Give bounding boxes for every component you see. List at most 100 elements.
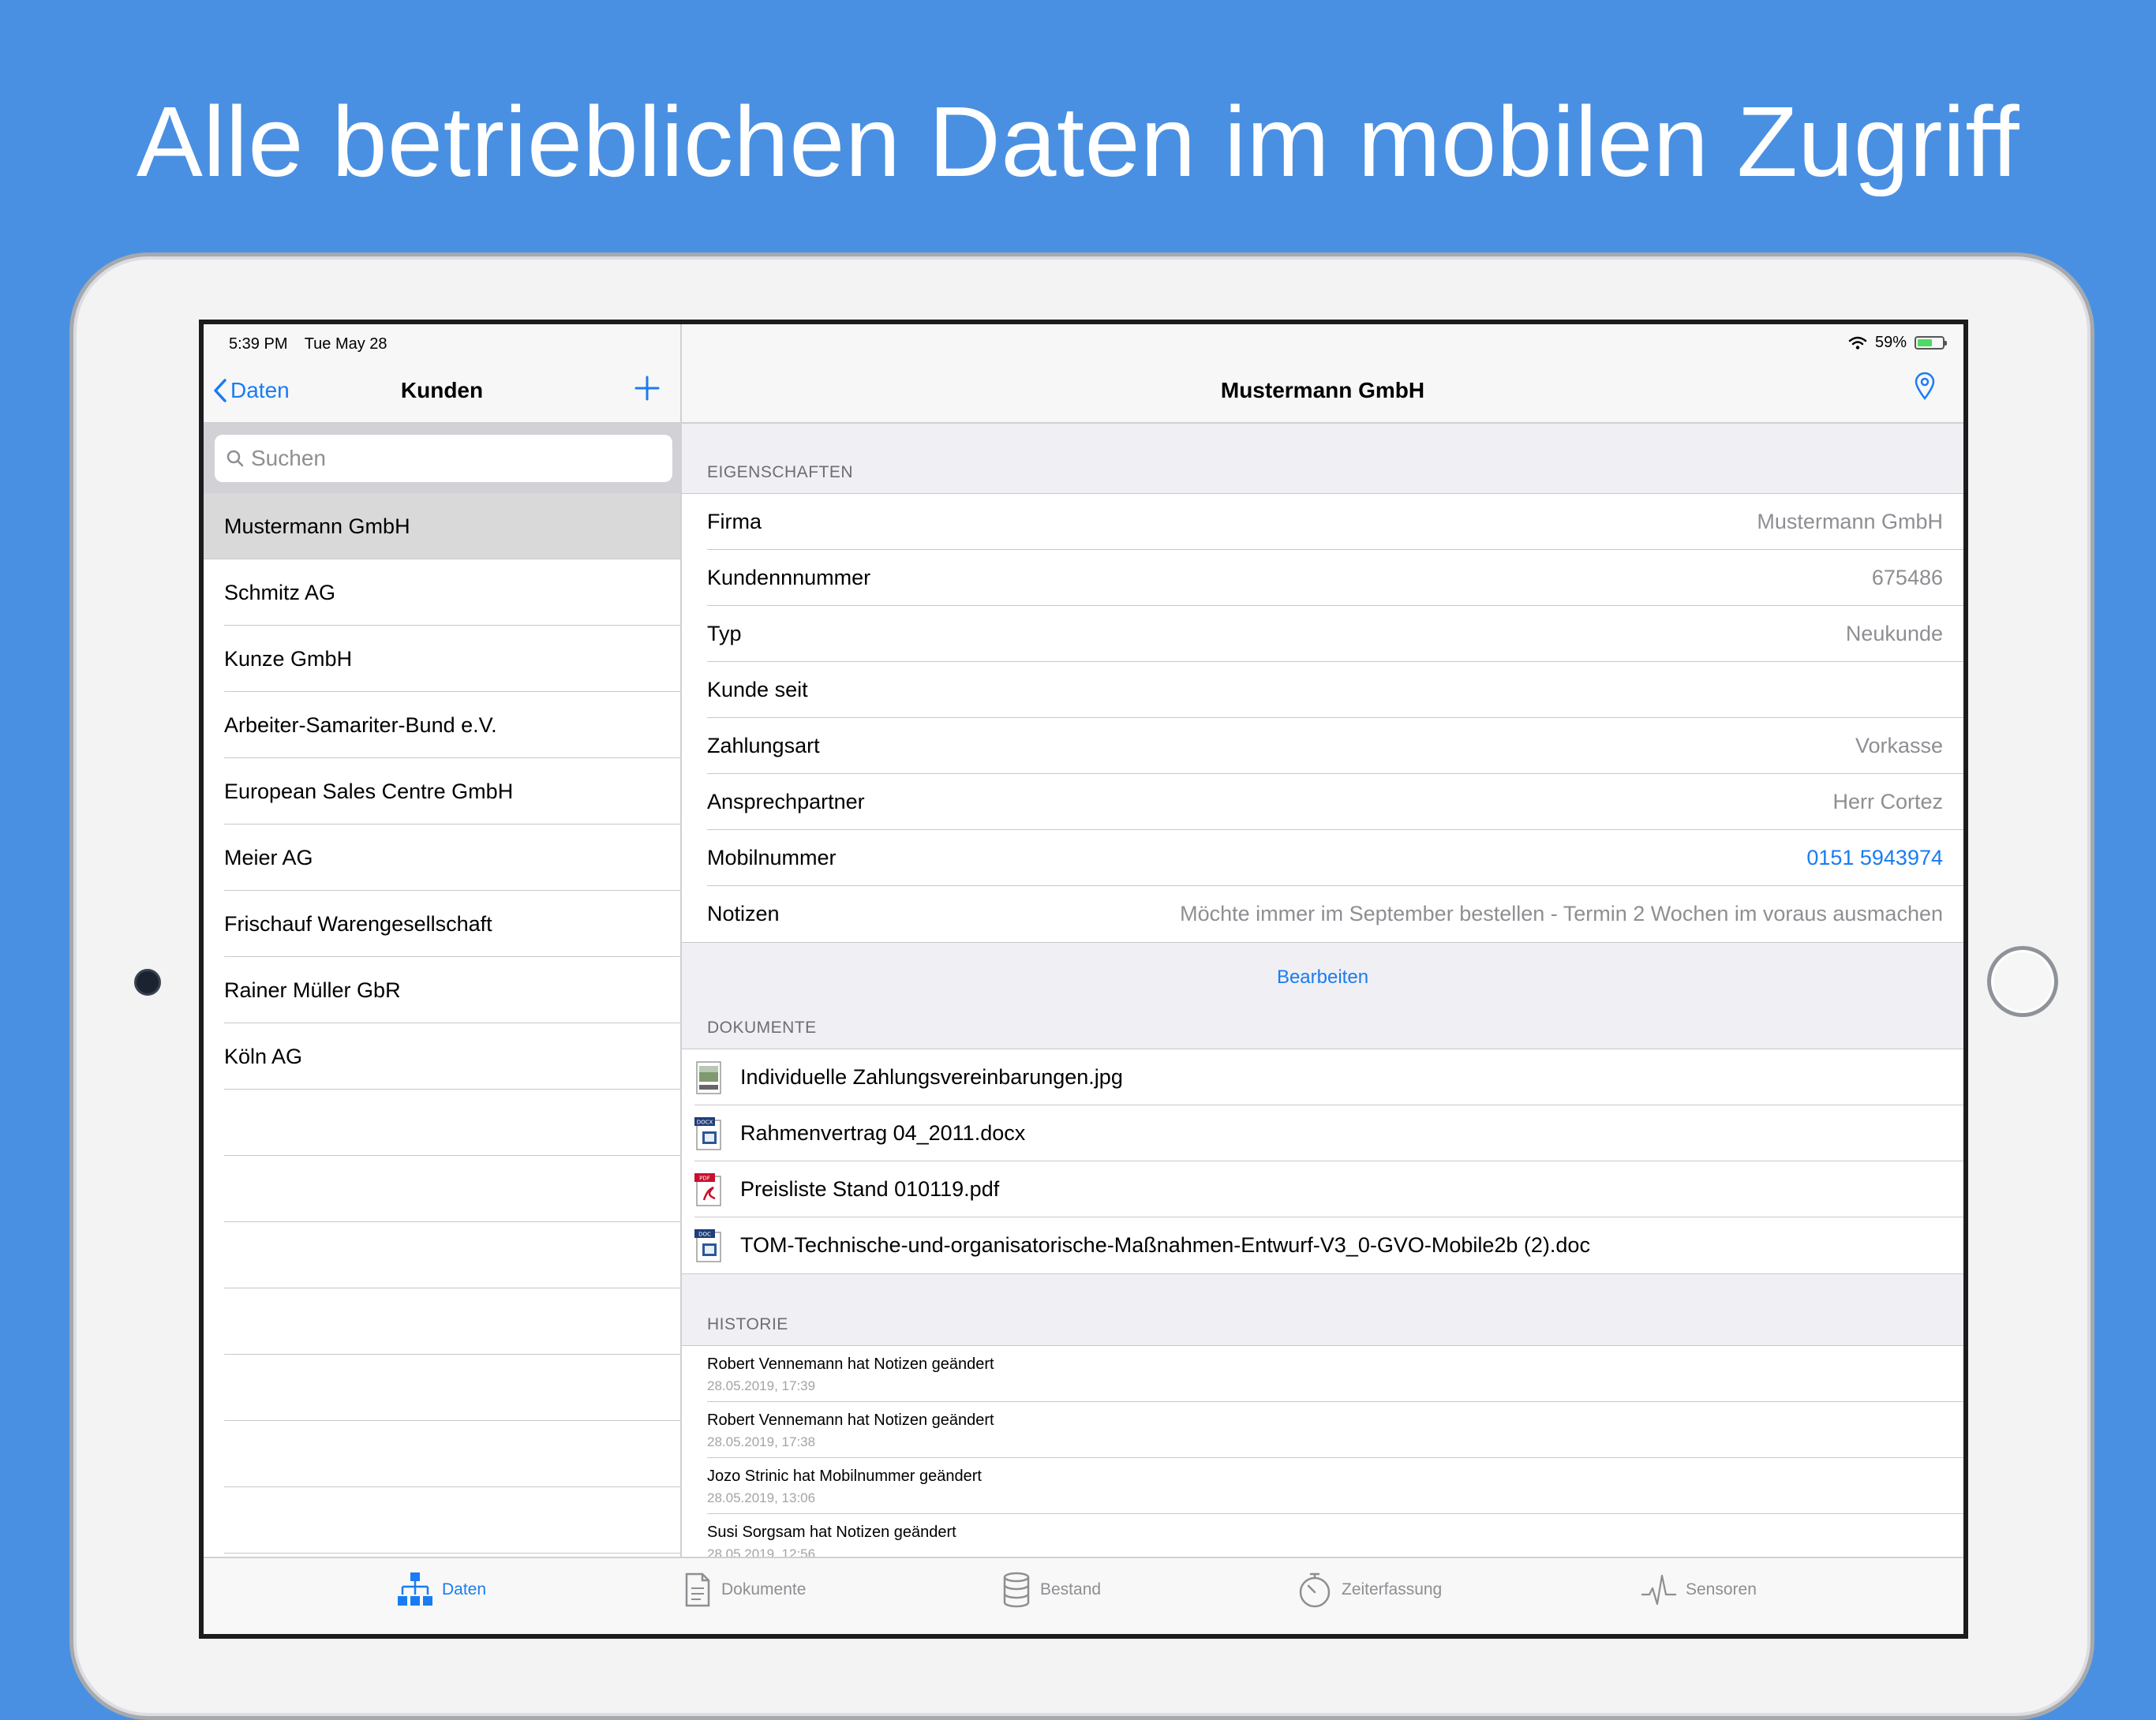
tab-label: Dokumente (721, 1580, 807, 1598)
detail-nav-bar: 59% Mustermann GmbH (682, 324, 1963, 424)
search-input[interactable]: Suchen (215, 435, 672, 482)
document-icon (685, 1572, 710, 1607)
tab-sensoren[interactable]: Sensoren (1640, 1571, 1757, 1609)
search-icon (226, 450, 244, 467)
property-value: Herr Cortez (1832, 790, 1943, 813)
property-value: 675486 (1871, 566, 1943, 589)
document-row[interactable]: PDF Preisliste Stand 010119.pdf (682, 1161, 1963, 1217)
list-item[interactable]: Kunze GmbH (204, 626, 680, 692)
empty-list-row (204, 1222, 680, 1288)
customer-name: Frischauf Warengesellschaft (224, 911, 492, 936)
property-value: Mustermann GmbH (1757, 510, 1943, 533)
property-row-ansprechpartner: Ansprechpartner Herr Cortez (682, 774, 1963, 830)
property-row-notizen: Notizen Möchte immer im September bestell… (682, 886, 1963, 942)
add-customer-button[interactable] (630, 372, 664, 406)
phone-number-link[interactable]: 0151 5943974 (1806, 846, 1943, 870)
pulse-icon (1641, 1574, 1676, 1606)
property-value: Vorkasse (1855, 734, 1943, 757)
documents-group: Individuelle Zahlungsvereinbarungen.jpg … (682, 1049, 1963, 1274)
docx-file-icon: DOCX (694, 1116, 721, 1150)
property-label: Typ (707, 622, 742, 645)
list-item[interactable]: Rainer Müller GbR (204, 957, 680, 1023)
list-item[interactable]: Frischauf Warengesellschaft (204, 891, 680, 957)
list-item[interactable]: Köln AG (204, 1023, 680, 1090)
tab-daten[interactable]: Daten (396, 1571, 486, 1609)
home-button[interactable] (1987, 946, 2058, 1017)
tab-dokumente[interactable]: Dokumente (682, 1571, 806, 1609)
property-row-firma: Firma Mustermann GmbH (682, 494, 1963, 550)
document-name: Rahmenvertrag 04_2011.docx (740, 1121, 1026, 1145)
history-entry: Robert Vennemann hat Notizen geändert 28… (682, 1402, 1963, 1458)
master-pane: 5:39 PM Tue May 28 Daten Kunden Suchen M… (204, 324, 682, 1634)
tab-label: Zeiterfassung (1342, 1580, 1443, 1598)
search-bar-area: Suchen (204, 424, 680, 493)
detail-title: Mustermann GmbH (1220, 378, 1425, 402)
customer-list: Mustermann GmbH Schmitz AG Kunze GmbH Ar… (204, 493, 680, 1554)
history-text: Jozo Strinic hat Mobilnummer geändert (707, 1468, 982, 1485)
section-header-historie: HISTORIE (707, 1315, 788, 1333)
history-timestamp: 28.05.2019, 17:38 (707, 1434, 816, 1449)
empty-list-row (204, 1355, 680, 1421)
empty-list-row (204, 1156, 680, 1222)
document-row[interactable]: Individuelle Zahlungsvereinbarungen.jpg (682, 1049, 1963, 1105)
ipad-screen: 5:39 PM Tue May 28 Daten Kunden Suchen M… (199, 320, 1968, 1639)
customer-name: Köln AG (224, 1044, 303, 1068)
tab-bestand[interactable]: Bestand (1001, 1571, 1101, 1609)
customer-name: Schmitz AG (224, 580, 336, 604)
property-row-mobilnummer: Mobilnummer 0151 5943974 (682, 830, 1963, 886)
customer-name: Kunze GmbH (224, 646, 353, 671)
history-entry: Robert Vennemann hat Notizen geändert 28… (682, 1346, 1963, 1402)
customer-name: Arbeiter-Samariter-Bund e.V. (224, 712, 497, 737)
status-time-date: 5:39 PM Tue May 28 (229, 335, 400, 353)
list-item[interactable]: Schmitz AG (204, 559, 680, 626)
property-row-typ: Typ Neukunde (682, 606, 1963, 662)
property-label: Kunde seit (707, 678, 808, 701)
doc-file-icon: DOC (694, 1228, 721, 1262)
tab-label: Sensoren (1686, 1580, 1757, 1598)
document-name: Individuelle Zahlungsvereinbarungen.jpg (740, 1065, 1123, 1089)
headline: Alle betrieblichen Daten im mobilen Zugr… (136, 86, 2020, 197)
property-label: Notizen (707, 902, 780, 925)
customer-name: European Sales Centre GmbH (224, 779, 514, 803)
hierarchy-icon (398, 1572, 432, 1606)
property-label: Zahlungsart (707, 734, 820, 757)
property-value: Möchte immer im September bestellen - Te… (1180, 902, 1943, 925)
tab-zeiterfassung[interactable]: Zeiterfassung (1296, 1571, 1442, 1609)
list-item[interactable]: Meier AG (204, 824, 680, 891)
tab-label: Daten (442, 1580, 487, 1598)
front-camera (134, 969, 161, 996)
status-indicators: 59% (1848, 334, 1947, 352)
svg-text:DOCX: DOCX (697, 1119, 713, 1125)
svg-text:PDF: PDF (699, 1175, 710, 1181)
list-item[interactable]: Mustermann GmbH (204, 493, 680, 559)
map-pin-icon (1915, 372, 1935, 401)
document-row[interactable]: DOC TOM-Technische-und-organisatorische-… (682, 1217, 1963, 1273)
map-pin-button[interactable] (1915, 372, 1935, 404)
empty-list-row (204, 1421, 680, 1487)
stopwatch-icon (1299, 1572, 1331, 1608)
database-icon (1003, 1572, 1030, 1608)
customer-name: Mustermann GmbH (224, 514, 410, 538)
list-item[interactable]: European Sales Centre GmbH (204, 758, 680, 824)
image-file-icon (696, 1060, 721, 1094)
property-row-kunde-seit: Kunde seit (682, 662, 1963, 718)
property-row-kundennummer: Kundennnummer 675486 (682, 550, 1963, 606)
edit-button[interactable]: Bearbeiten (682, 967, 1963, 989)
customer-name: Meier AG (224, 845, 313, 869)
document-name: Preisliste Stand 010119.pdf (740, 1177, 1000, 1201)
history-timestamp: 28.05.2019, 17:39 (707, 1378, 816, 1393)
property-label: Firma (707, 510, 762, 533)
empty-list-row (204, 1487, 680, 1554)
history-text: Robert Vennemann hat Notizen geändert (707, 1355, 994, 1373)
document-row[interactable]: DOCX Rahmenvertrag 04_2011.docx (682, 1105, 1963, 1161)
property-value: Neukunde (1845, 622, 1943, 645)
property-label: Mobilnummer (707, 846, 837, 869)
master-title: Kunden (400, 378, 484, 402)
list-item[interactable]: Arbeiter-Samariter-Bund e.V. (204, 692, 680, 758)
status-date: Tue May 28 (304, 335, 387, 353)
battery-icon (1915, 336, 1947, 350)
history-entry: Jozo Strinic hat Mobilnummer geändert 28… (682, 1458, 1963, 1514)
tab-bar: Daten Dokumente Bestand Zeiterfassung Se… (204, 1557, 1963, 1634)
status-time: 5:39 PM (229, 335, 288, 353)
tab-label: Bestand (1040, 1580, 1102, 1598)
